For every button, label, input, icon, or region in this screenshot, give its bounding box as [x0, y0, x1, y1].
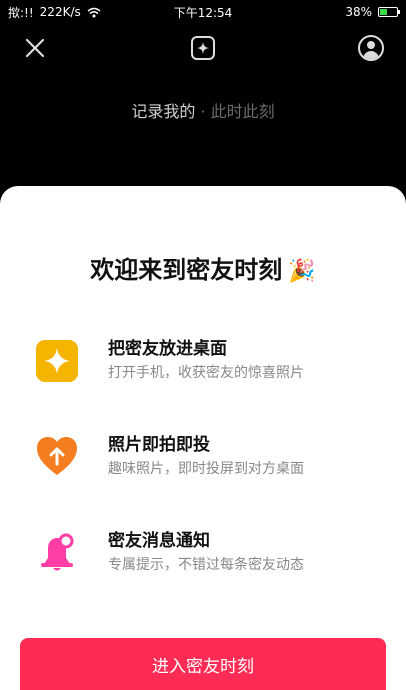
close-icon	[25, 38, 45, 58]
network-speed: 222K/s	[39, 5, 81, 19]
feature-icon	[36, 532, 78, 574]
heart-upload-icon	[37, 437, 77, 475]
battery-icon	[378, 7, 400, 17]
status-left: 揿:!! 222K/s	[8, 4, 101, 21]
clock: 下午12:54	[173, 5, 233, 20]
carrier-label: 揿:!!	[8, 5, 34, 20]
party-popper-icon: 🎉	[288, 259, 316, 284]
top-bar	[0, 28, 406, 68]
sparkle-icon	[191, 36, 215, 60]
feature-desc: 打开手机，收获密友的惊喜照片	[108, 365, 304, 381]
avatar-icon	[358, 35, 384, 61]
feature-desc: 趣味照片，即时投屏到对方桌面	[108, 461, 304, 477]
welcome-sheet: 欢迎来到密友时刻 🎉 把密友放进桌面 打开手机，收获密友的惊喜照片 照片即拍即投 …	[0, 186, 406, 690]
feature-title: 把密友放进桌面	[108, 339, 227, 359]
feature-title: 密友消息通知	[108, 531, 210, 551]
close-button[interactable]	[22, 35, 48, 61]
profile-button[interactable]	[358, 35, 384, 61]
status-right: 38%	[345, 5, 400, 19]
feature-icon	[36, 436, 78, 478]
record-caption-dim: · 此时此刻	[200, 102, 275, 121]
status-bar: 揿:!! 222K/s 下午12:54 38%	[0, 0, 406, 24]
enter-moments-button[interactable]: 进入密友时刻	[20, 638, 386, 690]
feature-icon	[36, 340, 78, 382]
feature-desc: 专属提示，不错过每条密友动态	[108, 557, 304, 573]
wifi-icon	[87, 7, 101, 17]
battery-percent: 38%	[345, 5, 372, 19]
record-caption-main: 记录我的	[131, 102, 196, 121]
welcome-text: 欢迎来到密友时刻	[90, 256, 283, 284]
feature-item: 照片即拍即投 趣味照片，即时投屏到对方桌面	[36, 430, 376, 486]
sparkle-icon	[36, 340, 78, 382]
feature-item: 密友消息通知 专属提示，不错过每条密友动态	[36, 526, 376, 582]
feature-item: 把密友放进桌面 打开手机，收获密友的惊喜照片	[36, 334, 376, 390]
feature-title: 照片即拍即投	[108, 435, 210, 455]
welcome-title: 欢迎来到密友时刻 🎉	[0, 250, 406, 285]
bell-icon	[41, 533, 74, 571]
moments-button[interactable]	[190, 35, 216, 61]
record-caption: 记录我的 · 此时此刻	[0, 98, 406, 122]
